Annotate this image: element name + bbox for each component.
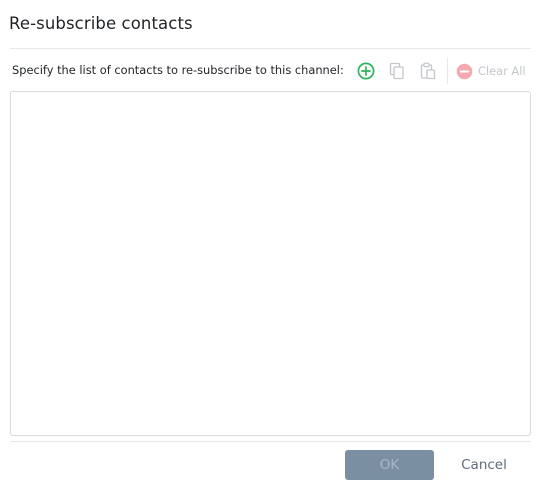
- paste-button[interactable]: [417, 60, 439, 82]
- footer-divider: [10, 441, 531, 442]
- paste-icon: [420, 62, 436, 80]
- minus-circle-icon: [456, 63, 473, 79]
- resubscribe-dialog: Re-subscribe contacts Specify the list o…: [0, 0, 538, 492]
- ok-button[interactable]: OK: [345, 450, 434, 480]
- dialog-title: Re-subscribe contacts: [9, 14, 193, 33]
- copy-button[interactable]: [386, 60, 408, 82]
- clear-all-label: Clear All: [478, 64, 526, 78]
- instruction-text: Specify the list of contacts to re-subsc…: [12, 63, 344, 77]
- copy-icon: [389, 62, 404, 80]
- list-toolbar: Clear All: [355, 58, 531, 84]
- title-divider: [10, 48, 531, 49]
- plus-circle-icon: [357, 62, 375, 80]
- add-contact-button[interactable]: [355, 60, 377, 82]
- contacts-list-box[interactable]: [10, 91, 531, 436]
- cancel-button[interactable]: Cancel: [446, 450, 522, 480]
- clear-all-button[interactable]: Clear All: [456, 60, 526, 82]
- toolbar-separator: [447, 58, 448, 84]
